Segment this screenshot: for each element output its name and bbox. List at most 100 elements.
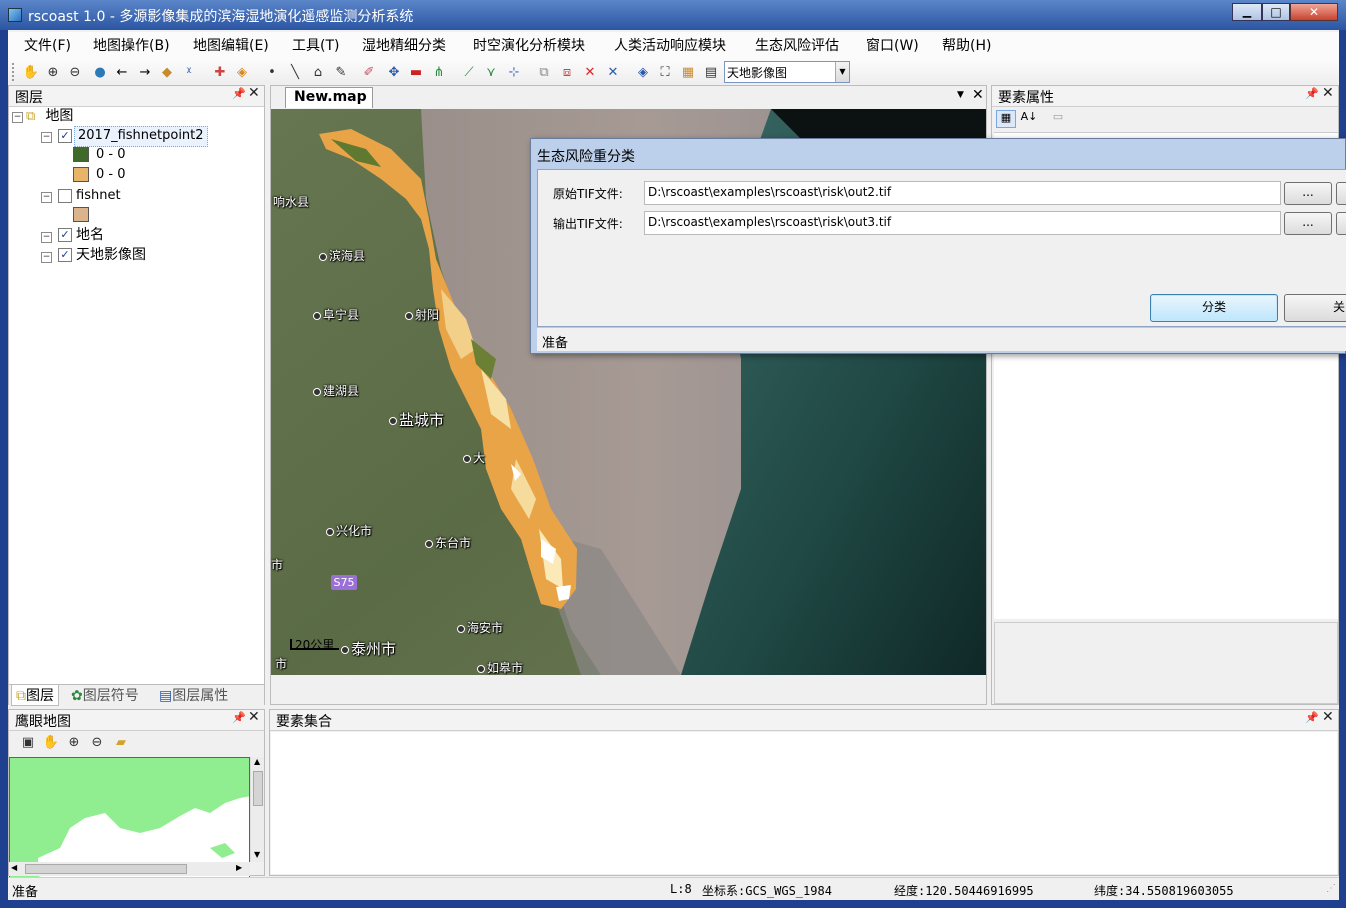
sort-az-icon[interactable]: A↓ <box>1019 110 1039 128</box>
scroll-thumb[interactable] <box>253 771 263 806</box>
layer-checkbox[interactable]: ✓ <box>58 129 72 143</box>
close-icon[interactable]: ✕ <box>248 85 260 101</box>
move-icon[interactable]: ✥ <box>385 63 403 81</box>
maximize-button[interactable]: □ <box>1262 3 1290 21</box>
tab-layers[interactable]: ⧉图层 <box>11 685 59 706</box>
edit-icon[interactable]: ✎ <box>332 63 350 81</box>
minimize-button[interactable]: ▁ <box>1232 3 1262 21</box>
close-icon[interactable]: ✕ <box>1322 709 1334 725</box>
basemap-select[interactable]: 天地影像图 ▼ <box>724 61 850 83</box>
find-icon[interactable]: ⛶ <box>656 63 674 81</box>
pencil-icon[interactable]: ✐ <box>360 63 378 81</box>
add-data-icon[interactable]: ✚ <box>211 63 229 81</box>
measure-icon[interactable]: ▦ <box>679 63 697 81</box>
menu-file[interactable]: 文件(F) <box>22 32 73 60</box>
layer-checkbox[interactable]: ✓ <box>58 228 72 242</box>
xy-icon[interactable]: ᵡ <box>180 63 198 81</box>
folder-icon[interactable]: ▰ <box>112 733 130 751</box>
identify-icon[interactable]: ◈ <box>634 63 652 81</box>
categorized-icon[interactable]: ▦ <box>996 110 1016 128</box>
select-feature-icon[interactable]: ◆ <box>158 63 176 81</box>
menu-tools[interactable]: 工具(T) <box>290 32 341 60</box>
paste-icon[interactable]: ⧈ <box>558 63 576 81</box>
scroll-left-icon[interactable]: ◀ <box>11 863 17 872</box>
cancel-icon[interactable]: ✕ <box>604 63 622 81</box>
pan-hand-icon[interactable]: ✋ <box>42 733 60 751</box>
menu-window[interactable]: 窗口(W) <box>864 32 921 60</box>
input-tif-field[interactable]: D:\rscoast\examples\rscoast\risk\out2.ti… <box>644 181 1281 205</box>
overview-vscrollbar[interactable]: ▲ ▼ <box>250 757 264 862</box>
back-arrow-icon[interactable]: ← <box>113 63 131 81</box>
pin-icon[interactable]: 📌 <box>1305 711 1319 724</box>
menu-map-edit[interactable]: 地图编辑(E) <box>191 32 271 60</box>
map-label: 大 <box>463 449 485 466</box>
layer-checkbox[interactable]: ✓ <box>58 248 72 262</box>
delete-icon[interactable]: ▬ <box>407 63 425 81</box>
menu-eco-risk[interactable]: 生态风险评估 <box>753 32 841 60</box>
menu-wetland-classify[interactable]: 湿地精细分类 <box>360 32 448 60</box>
close-dialog-button[interactable]: 关闭 <box>1284 294 1346 322</box>
scroll-up-icon[interactable]: ▲ <box>254 757 260 766</box>
output-browse-button[interactable]: ... <box>1284 212 1332 235</box>
output-extra-button[interactable] <box>1336 212 1346 235</box>
layer-item-tianditu[interactable]: 天地影像图 <box>76 245 146 265</box>
zoom-out-icon[interactable]: ⊖ <box>88 733 106 751</box>
city-dot-icon <box>313 311 321 320</box>
layer-item-fishnetpoint2[interactable]: 2017_fishnetpoint2 <box>74 126 208 147</box>
menu-human-activity[interactable]: 人类活动响应模块 <box>612 32 728 60</box>
scroll-right-icon[interactable]: ▶ <box>236 863 242 872</box>
tab-layer-properties[interactable]: ▤图层属性 <box>159 685 228 707</box>
table-icon[interactable]: ▤ <box>702 63 720 81</box>
classify-button[interactable]: 分类 <box>1150 294 1278 322</box>
input-browse-button[interactable]: ... <box>1284 182 1332 205</box>
chevron-down-icon[interactable]: ▼ <box>957 90 964 100</box>
menu-spatiotemporal[interactable]: 时空演化分析模块 <box>471 32 587 60</box>
tree-expander[interactable]: − <box>12 112 23 123</box>
scroll-thumb[interactable] <box>25 864 187 874</box>
tree-expander[interactable]: − <box>41 232 52 243</box>
point-icon[interactable]: • <box>263 63 281 81</box>
resize-grip-icon[interactable]: ⋰ <box>1326 883 1336 894</box>
zoom-out-icon[interactable]: ⊖ <box>66 63 84 81</box>
output-tif-field[interactable]: D:\rscoast\examples\rscoast\risk\out3.ti… <box>644 211 1281 235</box>
tree-expander[interactable]: − <box>41 132 52 143</box>
city-dot-icon <box>405 311 413 320</box>
menu-map-ops[interactable]: 地图操作(B) <box>91 32 172 60</box>
overview-hscrollbar[interactable]: ◀ ▶ <box>9 862 250 876</box>
full-extent-icon[interactable]: ▣ <box>19 733 37 751</box>
close-icon[interactable]: ✕ <box>972 87 984 103</box>
close-icon[interactable]: ✕ <box>248 709 260 725</box>
line-tool-icon[interactable]: ⟋ <box>460 63 478 81</box>
close-icon[interactable]: ✕ <box>1322 85 1334 101</box>
close-button[interactable]: ✕ <box>1290 3 1338 21</box>
cut-icon[interactable]: ✕ <box>581 63 599 81</box>
pan-hand-icon[interactable]: ✋ <box>22 63 40 81</box>
scroll-down-icon[interactable]: ▼ <box>254 850 260 859</box>
tree-expander[interactable]: − <box>41 192 52 203</box>
tab-layer-symbols[interactable]: ✿图层符号 <box>71 685 139 707</box>
pin-icon[interactable]: 📌 <box>232 711 246 724</box>
chevron-down-icon[interactable]: ▼ <box>835 62 849 82</box>
menu-help[interactable]: 帮助(H) <box>940 32 993 60</box>
zoom-in-icon[interactable]: ⊕ <box>44 63 62 81</box>
remove-data-icon[interactable]: ◈ <box>233 63 251 81</box>
tree-expander[interactable]: − <box>41 252 52 263</box>
pin-icon[interactable]: 📌 <box>1305 87 1319 100</box>
pin-icon[interactable]: 📌 <box>232 87 246 100</box>
polygon-icon[interactable]: ⌂ <box>309 63 327 81</box>
input-extra-button[interactable] <box>1336 182 1346 205</box>
globe-icon[interactable]: ● <box>91 63 109 81</box>
split-icon[interactable]: ⋎ <box>482 63 500 81</box>
layer-checkbox[interactable] <box>58 189 72 203</box>
snap-icon[interactable]: ⊹ <box>505 63 523 81</box>
zoom-in-icon[interactable]: ⊕ <box>65 733 83 751</box>
property-pages-icon[interactable]: ▭ <box>1048 110 1068 128</box>
layer-item-placenames[interactable]: 地名 <box>76 225 104 245</box>
forward-arrow-icon[interactable]: → <box>136 63 154 81</box>
layer-item-fishnet[interactable]: fishnet <box>76 186 121 206</box>
line-icon[interactable]: ╲ <box>286 63 304 81</box>
tree-root[interactable]: ⧉ 地图 <box>26 106 73 126</box>
node-edit-icon[interactable]: ⋔ <box>430 63 448 81</box>
copy-icon[interactable]: ⧉ <box>535 63 553 81</box>
tab-new-map[interactable]: New.map <box>285 87 373 108</box>
